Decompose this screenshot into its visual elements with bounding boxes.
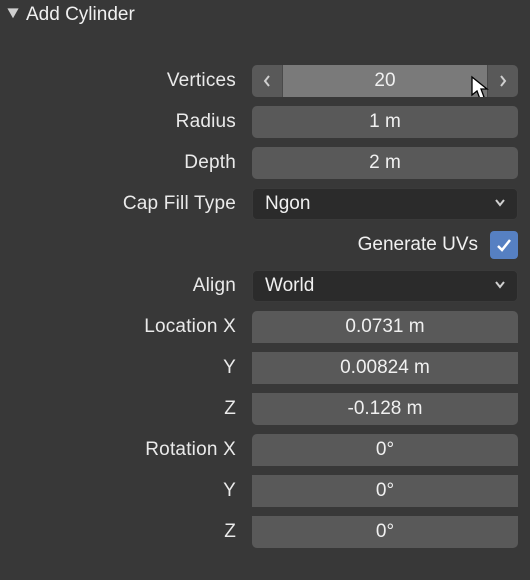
- align-select[interactable]: World: [252, 270, 518, 302]
- panel-title: Add Cylinder: [26, 4, 135, 26]
- label-rotation-x: Rotation X: [6, 439, 252, 461]
- row-align: Align World: [6, 267, 518, 305]
- row-vertices: Vertices 20: [6, 62, 518, 100]
- row-radius: Radius 1 m: [6, 103, 518, 141]
- chevron-down-icon: [493, 193, 507, 215]
- capfill-select[interactable]: Ngon: [252, 188, 518, 220]
- label-radius: Radius: [6, 111, 252, 133]
- chevron-down-icon: [493, 275, 507, 297]
- label-generate-uvs: Generate UVs: [358, 234, 478, 256]
- capfill-value: Ngon: [265, 193, 310, 215]
- row-depth: Depth 2 m: [6, 144, 518, 182]
- increment-button[interactable]: [487, 65, 518, 97]
- vertices-field[interactable]: 20: [252, 65, 518, 97]
- label-capfill: Cap Fill Type: [6, 193, 252, 215]
- operator-panel: Add Cylinder Vertices 20: [0, 0, 530, 557]
- row-generate-uvs: Generate UVs: [6, 226, 518, 264]
- label-depth: Depth: [6, 152, 252, 174]
- row-location-y: Y 0.00824 m: [6, 349, 518, 387]
- depth-field[interactable]: 2 m: [252, 147, 518, 179]
- row-location-x: Location X 0.0731 m: [6, 308, 518, 346]
- row-location-z: Z -0.128 m: [6, 390, 518, 428]
- rotation-y-field[interactable]: 0°: [252, 475, 518, 507]
- label-rotation-y: Y: [6, 480, 252, 502]
- label-align: Align: [6, 275, 252, 297]
- row-rotation-z: Z 0°: [6, 513, 518, 551]
- location-y-field[interactable]: 0.00824 m: [252, 352, 518, 384]
- label-vertices: Vertices: [6, 70, 252, 92]
- label-location-x: Location X: [6, 316, 252, 338]
- generate-uvs-checkbox[interactable]: [490, 231, 518, 259]
- label-location-z: Z: [6, 398, 252, 420]
- rotation-x-field[interactable]: 0°: [252, 434, 518, 466]
- panel-body: Vertices 20: [0, 56, 530, 557]
- row-capfill: Cap Fill Type Ngon: [6, 185, 518, 223]
- decrement-button[interactable]: [252, 65, 283, 97]
- disclosure-triangle-icon[interactable]: [6, 7, 20, 24]
- label-location-y: Y: [6, 357, 252, 379]
- label-rotation-z: Z: [6, 521, 252, 543]
- vertices-value[interactable]: 20: [283, 65, 487, 97]
- location-x-field[interactable]: 0.0731 m: [252, 311, 518, 343]
- radius-field[interactable]: 1 m: [252, 106, 518, 138]
- rotation-z-field[interactable]: 0°: [252, 516, 518, 548]
- panel-header[interactable]: Add Cylinder: [0, 0, 530, 34]
- align-value: World: [265, 275, 314, 297]
- location-z-field[interactable]: -0.128 m: [252, 393, 518, 425]
- row-rotation-x: Rotation X 0°: [6, 431, 518, 469]
- row-rotation-y: Y 0°: [6, 472, 518, 510]
